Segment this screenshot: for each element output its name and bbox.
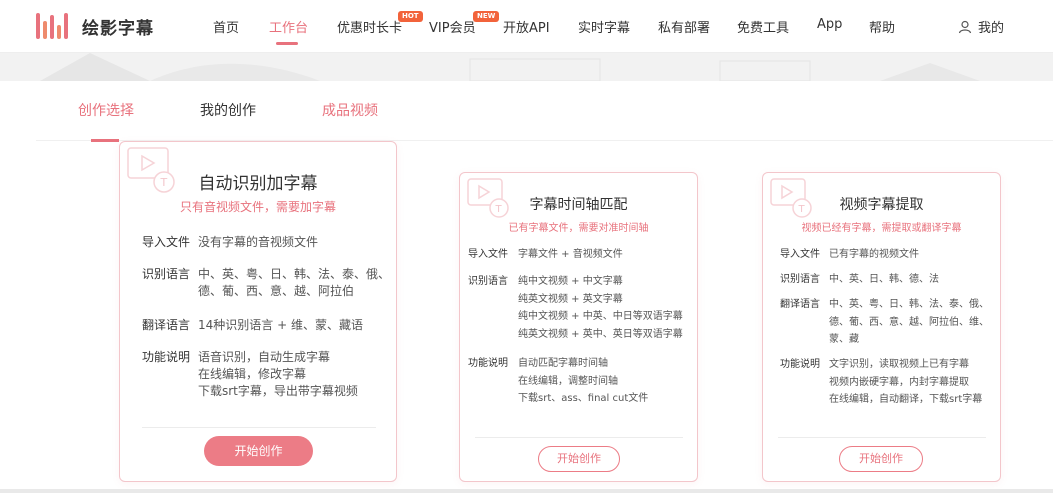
row-label: 功能说明 xyxy=(780,359,820,370)
row-label: 翻译语言 xyxy=(780,299,820,310)
card-divider xyxy=(142,427,376,428)
row-value: 在线编辑，调整时间轴 xyxy=(518,375,618,387)
tab-bar: 创作选择 我的创作 成品视频 xyxy=(36,81,1053,142)
nav-app[interactable]: App xyxy=(817,17,842,32)
new-badge: NEW xyxy=(473,11,500,22)
row-value: 语音识别，自动生成字幕 xyxy=(198,350,331,364)
card-timeline-match: T 字幕时间轴匹配 已有字幕文件，需要对准时间轴 导入文件 字幕文件 + 音视频… xyxy=(459,172,698,482)
row-value: 14种识别语言 + 维、蒙、藏语 xyxy=(198,318,363,332)
row-value: 下载srt字幕，导出带字幕视频 xyxy=(198,384,358,398)
row-value: 没有字幕的音视频文件 xyxy=(198,235,319,249)
row-value: 字幕文件 + 音视频文件 xyxy=(518,249,623,260)
nav-active-indicator xyxy=(276,42,298,45)
info-row-translate: 翻译语言 14种识别语言 + 维、蒙、藏语 xyxy=(142,317,363,334)
main-nav: 首页 工作台 优惠时长卡 HOT VIP会员 NEW 开放API 实时字幕 私有… xyxy=(0,0,1053,53)
info-row-features: 功能说明 文字识别，读取视频上已有字幕 视频内嵌硬字幕，内封字幕提取 在线编辑，… xyxy=(780,356,982,409)
row-value: 自动匹配字幕时间轴 xyxy=(518,358,608,369)
row-value: 中、英、日、韩、德、法 xyxy=(829,274,939,285)
row-value: 中、英、粤、日、韩、法、泰、俄、 xyxy=(198,267,391,281)
row-value: 下载srt、ass、final cut文件 xyxy=(518,393,649,404)
card-title: 视频字幕提取 xyxy=(839,197,924,213)
info-row-translate: 翻译语言 中、英、粤、日、韩、法、泰、俄、 德、葡、西、意、越、阿拉伯、维、 蒙… xyxy=(780,296,989,349)
user-icon xyxy=(958,20,972,33)
row-value: 德、葡、西、意、越、阿拉伯、维、 xyxy=(829,316,989,328)
row-value: 纯英文视频 + 英文字幕 xyxy=(518,293,623,305)
nav-discount-card[interactable]: 优惠时长卡 xyxy=(337,17,402,36)
decorative-banner xyxy=(0,53,1053,81)
row-label: 识别语言 xyxy=(142,267,191,281)
card-divider xyxy=(778,437,986,438)
nav-workbench[interactable]: 工作台 xyxy=(269,17,308,36)
row-value: 已有字幕的视频文件 xyxy=(829,249,919,260)
nav-realtime-subtitles[interactable]: 实时字幕 xyxy=(578,17,630,36)
nav-private-deploy[interactable]: 私有部署 xyxy=(658,17,710,36)
row-value: 纯英文视频 + 英中、英日等双语字幕 xyxy=(518,328,683,340)
row-label: 导入文件 xyxy=(780,249,820,260)
tab-active-indicator xyxy=(91,139,119,142)
start-create-button[interactable]: 开始创作 xyxy=(839,446,923,472)
card-title: 自动识别加字幕 xyxy=(198,174,318,194)
row-value: 视频内嵌硬字幕，内封字幕提取 xyxy=(829,376,969,388)
row-value: 纯中文视频 + 中英、中日等双语字幕 xyxy=(518,311,683,322)
start-create-button[interactable]: 开始创作 xyxy=(538,446,620,472)
row-label: 导入文件 xyxy=(468,249,508,260)
start-create-button[interactable]: 开始创作 xyxy=(204,436,313,466)
info-row-import: 导入文件 字幕文件 + 音视频文件 xyxy=(468,246,623,264)
row-label: 识别语言 xyxy=(780,274,820,285)
info-row-import: 导入文件 没有字幕的音视频文件 xyxy=(142,234,318,251)
row-label: 功能说明 xyxy=(468,358,508,369)
nav-home[interactable]: 首页 xyxy=(213,17,239,36)
row-value: 蒙、藏 xyxy=(829,334,859,345)
row-value: 在线编辑，修改字幕 xyxy=(198,367,307,381)
user-menu[interactable]: 我的 xyxy=(958,17,1004,36)
card-auto-subtitle: T 自动识别加字幕 只有音视频文件，需要加字幕 导入文件 没有字幕的音视频文件 … xyxy=(119,141,397,482)
row-label: 导入文件 xyxy=(142,235,191,249)
card-title: 字幕时间轴匹配 xyxy=(529,197,628,213)
tab-create[interactable]: 创作选择 xyxy=(78,100,134,120)
info-row-recognize: 识别语言 中、英、粤、日、韩、法、泰、俄、 德、葡、西、意、越、阿拉伯 xyxy=(142,266,390,300)
row-label: 翻译语言 xyxy=(142,318,191,332)
card-subtitle-extract: T 视频字幕提取 视频已经有字幕，需提取或翻译字幕 导入文件 已有字幕的视频文件… xyxy=(762,172,1001,482)
page-bottom-border xyxy=(0,489,1053,493)
info-row-recognize: 识别语言 纯中文视频 + 中文字幕 纯英文视频 + 英文字幕 纯中文视频 + 中… xyxy=(468,273,683,343)
tab-finished-videos[interactable]: 成品视频 xyxy=(322,100,378,120)
nav-vip[interactable]: VIP会员 xyxy=(429,17,476,36)
nav-free-tools[interactable]: 免费工具 xyxy=(737,17,789,36)
info-row-features: 功能说明 自动匹配字幕时间轴 在线编辑，调整时间轴 下载srt、ass、fina… xyxy=(468,355,648,408)
row-value: 中、英、粤、日、韩、法、泰、俄、 xyxy=(829,299,989,310)
card-subtitle: 视频已经有字幕，需提取或翻译字幕 xyxy=(801,223,962,234)
card-subtitle: 已有字幕文件，需要对准时间轴 xyxy=(508,223,649,234)
card-subtitle: 只有音视频文件，需要加字幕 xyxy=(179,200,336,214)
row-value: 在线编辑，自动翻译，下载srt字幕 xyxy=(829,394,983,405)
hot-badge: HOT xyxy=(398,11,423,22)
nav-open-api[interactable]: 开放API xyxy=(503,17,550,36)
top-header: 绘影字幕 首页 工作台 优惠时长卡 HOT VIP会员 NEW 开放API 实时… xyxy=(0,0,1053,53)
tab-my-creations[interactable]: 我的创作 xyxy=(200,100,256,120)
user-label: 我的 xyxy=(978,21,1005,36)
info-row-recognize: 识别语言 中、英、日、韩、德、法 xyxy=(780,271,939,289)
info-row-import: 导入文件 已有字幕的视频文件 xyxy=(780,246,919,264)
nav-help[interactable]: 帮助 xyxy=(869,17,895,36)
card-divider xyxy=(475,437,683,438)
row-value: 文字识别，读取视频上已有字幕 xyxy=(829,359,969,370)
row-value: 德、葡、西、意、越、阿拉伯 xyxy=(198,284,355,298)
row-label: 识别语言 xyxy=(468,276,508,287)
row-label: 功能说明 xyxy=(142,350,191,364)
row-value: 纯中文视频 + 中文字幕 xyxy=(518,276,623,287)
info-row-features: 功能说明 语音识别，自动生成字幕 在线编辑，修改字幕 下载srt字幕，导出带字幕… xyxy=(142,349,358,400)
